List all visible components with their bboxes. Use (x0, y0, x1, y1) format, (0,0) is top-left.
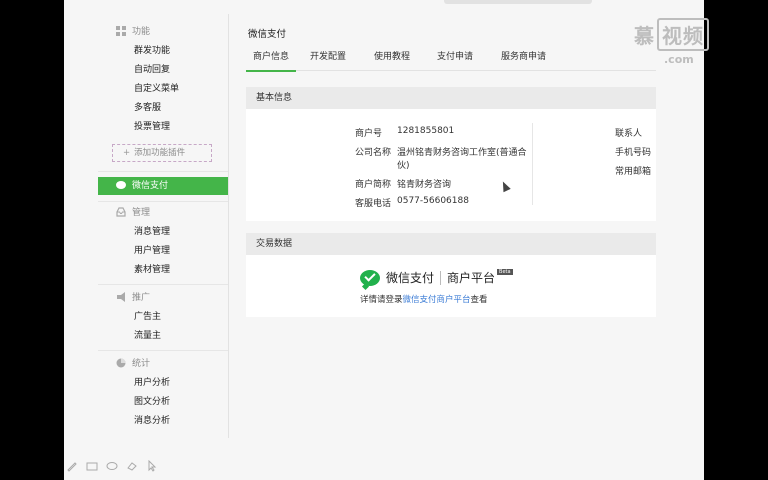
merchant-id-label: 商户号 (355, 129, 383, 139)
annotation-toolbar (66, 459, 163, 476)
grid-icon (116, 25, 126, 36)
sidebar-item-advertiser[interactable]: 广告主 (134, 309, 161, 325)
tab-bar: 商户信息 开发配置 使用教程 支付申请 服务商申请 (246, 48, 656, 72)
mobile-label: 手机号码 (615, 148, 652, 158)
contact-label: 联系人 (615, 129, 643, 139)
service-phone-label: 客服电话 (355, 199, 392, 209)
company-name-value: 温州铭青财务咨询工作室(普通合 (397, 148, 527, 158)
sidebar-item-users[interactable]: 用户管理 (134, 243, 170, 259)
wechat-pay-icon (360, 269, 380, 286)
watermark-box: 视频 (657, 18, 709, 51)
email-label: 常用邮箱 (615, 167, 652, 177)
wechat-icon (116, 180, 126, 189)
group-function: 功能 (116, 24, 150, 40)
short-name-label: 商户简称 (355, 180, 392, 190)
sidebar-divider (98, 350, 228, 351)
sidebar-divider (98, 284, 228, 285)
group-stats: 统计 (116, 356, 150, 372)
group-promo-title: 推广 (132, 293, 151, 303)
inbox-icon (116, 206, 126, 217)
megaphone-icon (116, 291, 126, 302)
sidebar-item-materials[interactable]: 素材管理 (134, 262, 170, 278)
sidebar-item-custom-menu[interactable]: 自定义菜单 (134, 81, 179, 97)
tab-provider-apply[interactable]: 服务商申请 (501, 48, 546, 70)
trade-data-panel: 交易数据 微信支付 商户平台 Beta 详情请登录微信支付商户平台查看 (246, 233, 656, 317)
pointer-icon[interactable] (146, 459, 158, 472)
merchant-id-value: 1281855801 (397, 126, 455, 136)
logo-secondary-text: 商户平台 (447, 271, 496, 285)
group-stats-title: 统计 (132, 359, 151, 369)
sidebar-item-message-analysis[interactable]: 消息分析 (134, 413, 170, 429)
hint-prefix: 详情请登录 (360, 295, 403, 305)
sidebar-divider (98, 201, 228, 202)
pen-icon[interactable] (66, 460, 78, 472)
merchant-platform-link[interactable]: 微信支付商户平台 (403, 295, 471, 305)
eraser-icon[interactable] (126, 460, 138, 472)
watermark-domain: .com (664, 53, 694, 66)
sidebar-item-traffic-host[interactable]: 流量主 (134, 328, 161, 344)
browser-page: 功能 群发功能 自动回复 自定义菜单 多客服 投票管理 + 添加功能插件 微信支付… (64, 0, 704, 480)
sidebar-item-user-analysis[interactable]: 用户分析 (134, 375, 170, 391)
beta-badge: Beta (497, 269, 513, 275)
add-plugin-label: 添加功能插件 (134, 148, 186, 158)
watermark-brand: 慕 (634, 24, 655, 48)
sidebar-item-mass-send[interactable]: 群发功能 (134, 43, 170, 59)
company-name-label: 公司名称 (355, 148, 392, 158)
sidebar-item-wechat-pay[interactable]: 微信支付 (98, 177, 228, 195)
sidebar-item-wechat-pay-label: 微信支付 (132, 181, 169, 191)
sidebar-item-messages[interactable]: 消息管理 (134, 224, 170, 240)
sidebar-item-article-analysis[interactable]: 图文分析 (134, 394, 170, 410)
group-manage: 管理 (116, 205, 150, 221)
service-phone-value: 0577-56606188 (397, 196, 469, 206)
merchant-platform-hint: 详情请登录微信支付商户平台查看 (360, 293, 488, 305)
add-plugin-button[interactable]: + 添加功能插件 (112, 144, 212, 162)
tab-merchant-info[interactable]: 商户信息 (246, 48, 296, 72)
top-scroll-tab (444, 0, 592, 4)
group-promo: 推广 (116, 290, 150, 306)
tab-tutorial[interactable]: 使用教程 (374, 48, 410, 70)
tab-payment-apply[interactable]: 支付申请 (437, 48, 473, 70)
watermark-logo: 慕视频 .com (634, 18, 709, 66)
short-name-value: 铭青财务咨询 (397, 180, 452, 190)
screen-icon[interactable] (86, 460, 98, 472)
basic-info-header: 基本信息 (246, 87, 656, 109)
column-divider (532, 123, 533, 205)
tab-dev-config[interactable]: 开发配置 (310, 48, 346, 70)
sidebar-item-auto-reply[interactable]: 自动回复 (134, 62, 170, 78)
sidebar-divider (98, 171, 228, 172)
group-function-title: 功能 (132, 27, 151, 37)
hint-suffix: 查看 (470, 295, 488, 305)
sidebar-item-multi-service[interactable]: 多客服 (134, 100, 161, 116)
lasso-icon[interactable] (106, 460, 118, 472)
pie-chart-icon (116, 358, 126, 368)
sidebar-nav: 功能 群发功能 自动回复 自定义菜单 多客服 投票管理 + 添加功能插件 微信支付… (98, 14, 229, 438)
plus-icon: + (123, 148, 131, 158)
page-title: 微信支付 (248, 29, 287, 40)
group-manage-title: 管理 (132, 208, 151, 218)
sidebar-item-vote[interactable]: 投票管理 (134, 119, 170, 135)
trade-data-header: 交易数据 (246, 233, 656, 255)
logo-primary-text: 微信支付 (386, 271, 435, 285)
basic-info-panel: 基本信息 商户号 1281855801 公司名称 温州铭青财务咨询工作室(普通合… (246, 87, 656, 221)
company-name-value-cont: 伙) (397, 161, 410, 171)
wechat-pay-logo: 微信支付 商户平台 Beta (360, 269, 513, 286)
